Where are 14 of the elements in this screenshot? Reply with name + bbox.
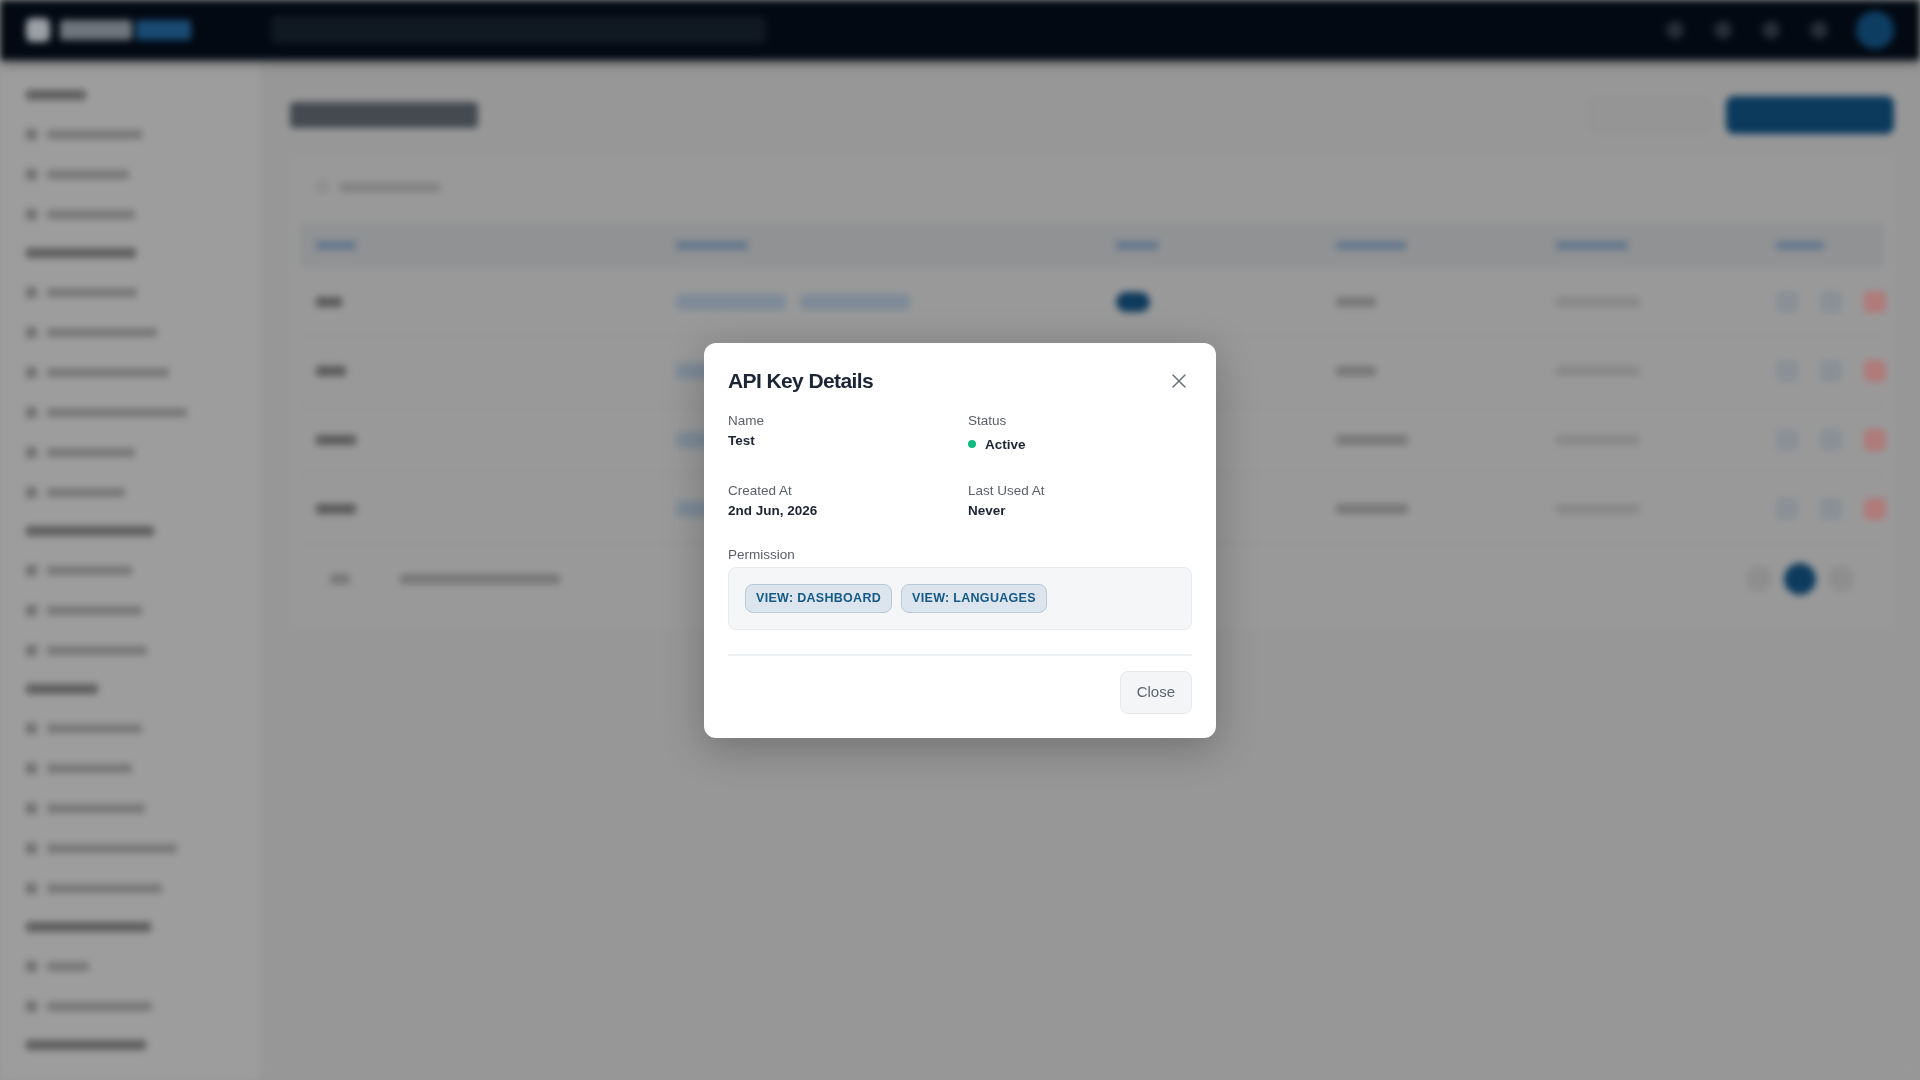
status-text: Active — [985, 435, 1026, 454]
close-icon — [1172, 373, 1186, 388]
field-label: Permission — [728, 545, 795, 564]
field-label: Status — [968, 411, 1007, 430]
field-value: Test — [728, 431, 755, 450]
field-value: Never — [968, 501, 1006, 520]
field-label: Last Used At — [968, 481, 1045, 500]
dialog-title: API Key Details — [728, 367, 874, 394]
field-label: Created At — [728, 481, 792, 500]
permission-tag: VIEW: DASHBOARD — [745, 583, 893, 613]
field-value: 2nd Jun, 2026 — [728, 501, 818, 520]
field-label: Name — [728, 411, 764, 430]
close-button[interactable]: Close — [1119, 670, 1192, 714]
permission-tag: VIEW: LANGUAGES — [901, 583, 1047, 613]
